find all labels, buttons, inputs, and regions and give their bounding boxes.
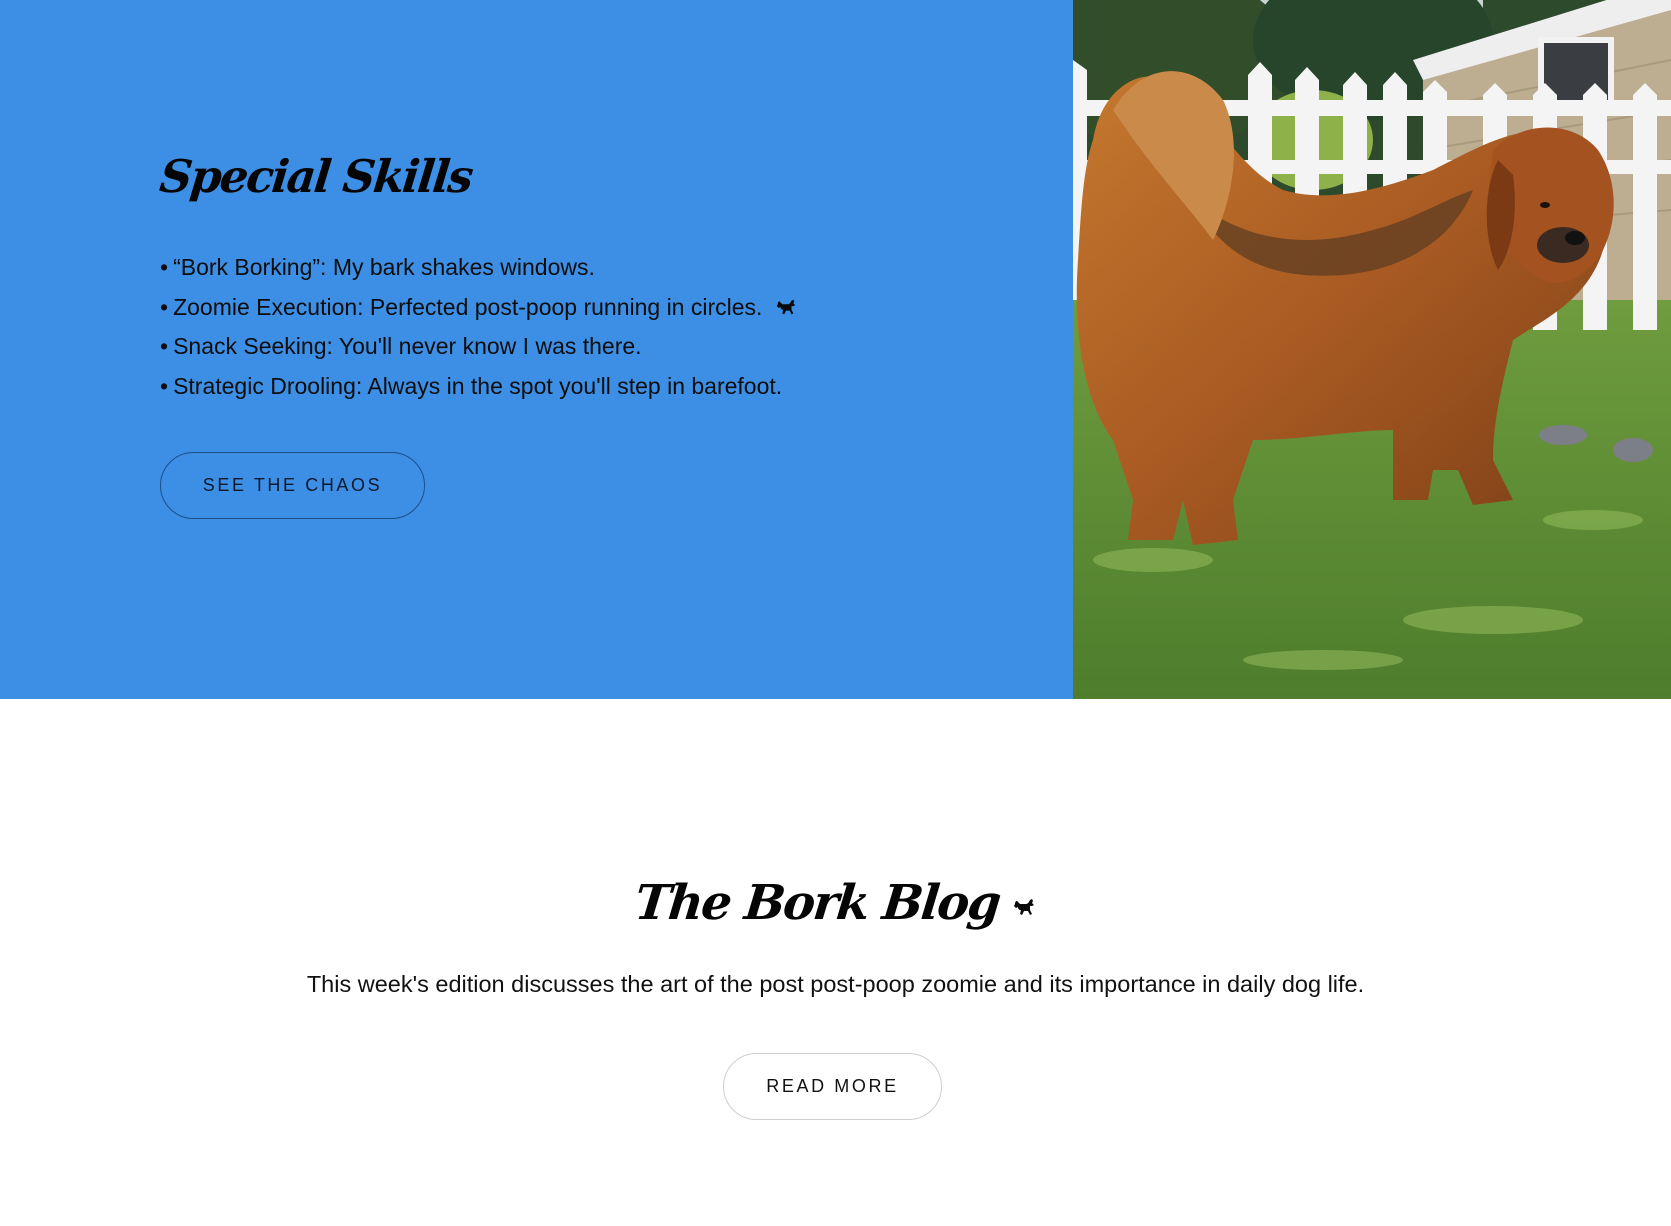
skill-text: Zoomie Execution: Perfected post-poop ru…	[173, 293, 763, 320]
skills-list: • “Bork Borking”: My bark shakes windows.…	[160, 248, 797, 406]
bullet: •	[160, 372, 169, 399]
skills-section: Special Skills • “Bork Borking”: My bark …	[0, 0, 1671, 699]
read-more-button[interactable]: READ MORE	[723, 1053, 942, 1120]
dog-photo-illustration	[1073, 0, 1671, 699]
blog-title-row: The Bork Blog	[0, 875, 1671, 931]
skill-text: Snack Seeking: You'll never know I was t…	[173, 333, 642, 359]
skill-item: • Zoomie Execution: Perfected post-poop r…	[160, 288, 797, 328]
dog-running-icon	[1013, 899, 1034, 916]
blog-description: This week's edition discusses the art of…	[306, 971, 1365, 997]
skills-title: Special Skills	[157, 150, 475, 203]
bullet: •	[160, 254, 169, 280]
skill-item: • “Bork Borking”: My bark shakes windows.	[160, 248, 797, 288]
bullet: •	[160, 333, 169, 359]
skill-text: Strategic Drooling: Always in the spot y…	[173, 372, 783, 399]
skills-panel: Special Skills • “Bork Borking”: My bark …	[0, 0, 1073, 699]
skill-item: • Strategic Drooling: Always in the spot …	[160, 367, 797, 407]
skill-item: • Snack Seeking: You'll never know I was …	[160, 327, 797, 367]
dog-photo	[1073, 0, 1671, 699]
skill-text: “Bork Borking”: My bark shakes windows.	[173, 254, 595, 280]
see-the-chaos-button[interactable]: SEE THE CHAOS	[160, 452, 425, 519]
bullet: •	[160, 293, 169, 320]
dog-running-icon	[776, 299, 795, 314]
blog-section: The Bork Blog This week's edition discus…	[0, 699, 1671, 1226]
page: Special Skills • “Bork Borking”: My bark …	[0, 0, 1671, 1226]
blog-title: The Bork Blog	[632, 875, 1003, 931]
